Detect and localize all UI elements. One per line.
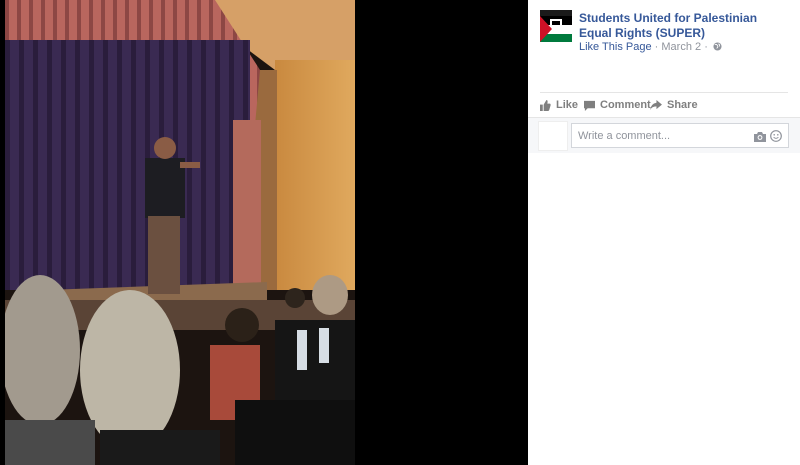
photo-viewer: [0, 0, 528, 465]
like-button[interactable]: Like: [540, 97, 578, 113]
post-meta: Like This Page · March 2 ·: [579, 41, 722, 54]
like-label: Like: [556, 99, 579, 111]
meta-separator: ·: [704, 41, 708, 53]
share-label: Share: [667, 99, 698, 111]
post-header: Students United for Palestinian Equal Ri…: [540, 10, 790, 70]
camera-icon[interactable]: [754, 129, 766, 147]
share-arrow-icon: [650, 99, 662, 110]
globe-icon[interactable]: [713, 42, 722, 54]
comment-area: [528, 117, 800, 153]
comment-button[interactable]: Comment: [584, 97, 651, 113]
page-avatar[interactable]: [540, 10, 572, 42]
post-date[interactable]: March 2: [661, 41, 701, 53]
like-page-link[interactable]: Like This Page: [579, 41, 652, 53]
event-photo[interactable]: [5, 0, 355, 465]
divider: [540, 92, 788, 93]
comment-label: Comment: [600, 99, 651, 111]
post-actions: Like Comment Share: [540, 97, 788, 113]
page-name-link[interactable]: Students United for Palestinian Equal Ri…: [579, 11, 789, 41]
speech-bubble-icon: [584, 100, 595, 111]
user-avatar: [538, 121, 568, 151]
comment-input[interactable]: [572, 124, 747, 147]
post-sidebar: Students United for Palestinian Equal Ri…: [528, 0, 800, 465]
thumbs-up-icon: [540, 99, 551, 111]
meta-separator: ·: [654, 41, 659, 53]
comment-box: [571, 123, 789, 148]
share-button[interactable]: Share: [650, 97, 698, 113]
smiley-icon[interactable]: [770, 129, 782, 147]
